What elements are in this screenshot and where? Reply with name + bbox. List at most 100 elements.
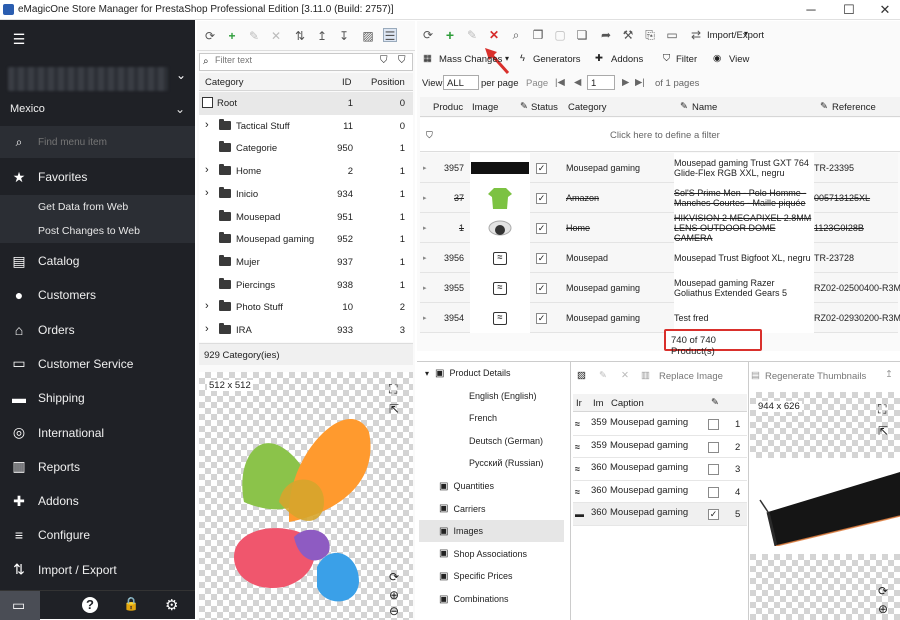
paste-icon[interactable]: ▢ xyxy=(553,28,567,42)
edit-icon[interactable]: ✎ xyxy=(247,29,261,43)
edit-icon[interactable]: ✎ xyxy=(465,28,479,42)
fit-icon[interactable]: ⛶ xyxy=(389,382,397,397)
category-row[interactable]: › IRA 933 3 xyxy=(199,319,413,342)
cover-checkbox[interactable] xyxy=(708,486,719,501)
zoom-out-icon[interactable]: ⊖ xyxy=(389,604,399,618)
minimize-button[interactable]: ─ xyxy=(794,0,828,20)
fav-post-changes[interactable]: Post Changes to Web xyxy=(0,219,195,243)
refresh-icon[interactable]: ⟳ xyxy=(421,28,435,42)
reference-col-header[interactable]: Reference xyxy=(832,102,876,113)
sort-desc-icon[interactable]: ↧ xyxy=(337,29,351,43)
cover-checkbox[interactable] xyxy=(708,419,719,433)
product-row[interactable]: ▸ 3954 ≈ ✓ Mousepad gaming Test fred RZ02-0293… xyxy=(420,303,900,333)
add-icon[interactable]: + xyxy=(225,29,239,43)
open-external-icon[interactable]: ⇱ xyxy=(878,424,888,438)
name-col-header[interactable]: Name xyxy=(692,102,717,113)
image-col-header[interactable]: Image xyxy=(472,102,498,113)
first-page-icon[interactable]: |◀ xyxy=(555,77,565,88)
product-row[interactable]: ▸ 3956 ≈ ✓ Mousepad Mousepad Trust Bigfoot XL… xyxy=(420,243,898,273)
cover-checkbox[interactable] xyxy=(708,441,719,456)
cover-checkbox[interactable] xyxy=(708,464,719,478)
favorites-header[interactable]: ★ Favorites xyxy=(0,162,195,192)
refresh-icon[interactable]: ⟳ xyxy=(203,29,217,43)
expand-chevron-icon[interactable]: › xyxy=(205,323,209,335)
details-nav-item[interactable]: ▾ ▣ Product Details xyxy=(419,362,564,384)
category-row[interactable]: Mousepad 951 1 xyxy=(199,206,413,229)
details-nav-item[interactable]: ▣ Images xyxy=(419,520,564,543)
status-col-header[interactable]: Status xyxy=(531,102,558,113)
category-col-header[interactable]: Category xyxy=(568,102,607,113)
image-col-header[interactable]: Im xyxy=(593,398,604,409)
product-row[interactable]: ▸ 3957 ✓ Mousepad gaming Mousepad gaming Tru… xyxy=(420,153,898,183)
image-row[interactable]: ≈360 Mousepad gaming 4 xyxy=(573,481,747,504)
details-nav-item[interactable]: Русский (Russian) xyxy=(419,452,564,474)
position-col-header[interactable]: Position xyxy=(371,77,405,88)
add-product-icon[interactable]: + xyxy=(443,28,457,42)
next-page-icon[interactable]: ▶ xyxy=(622,77,629,88)
status-checkbox[interactable]: ✓ xyxy=(536,243,547,273)
hamburger-menu-button[interactable]: ☰ xyxy=(0,29,195,49)
category-row[interactable]: › Photo Stuff 10 2 xyxy=(199,296,413,319)
details-nav-item[interactable]: Deutsch (German) xyxy=(419,430,564,452)
category-filter-input[interactable] xyxy=(215,55,375,65)
delete-icon[interactable]: ✕ xyxy=(269,29,283,43)
sidebar-item-reports[interactable]: ▥ Reports xyxy=(0,452,195,482)
sidebar-item-customer-service[interactable]: ▭ Customer Service xyxy=(0,349,195,379)
category-col-header[interactable]: Category xyxy=(205,77,244,88)
filter-list-icon[interactable]: ☰ xyxy=(383,28,397,43)
category-row[interactable]: Categorie 950 1 xyxy=(199,137,413,160)
generators-menu[interactable]: Generators xyxy=(533,54,581,65)
language-selector[interactable]: Mexico ⌄ xyxy=(0,98,195,120)
details-nav-item[interactable]: ▣ Quantities xyxy=(419,475,564,497)
prev-page-icon[interactable]: ◀ xyxy=(574,77,581,88)
filter-menu[interactable]: Filter xyxy=(676,54,697,65)
page-number-input[interactable]: 1 xyxy=(587,75,615,90)
view-menu[interactable]: View xyxy=(729,54,749,65)
status-checkbox[interactable]: ✓ xyxy=(536,183,547,213)
send-icon[interactable]: ➦ xyxy=(599,28,613,42)
sidebar-item-customers[interactable]: ● Customers xyxy=(0,280,195,310)
details-nav-item[interactable]: ▣ Specific Prices xyxy=(419,565,564,587)
export-icon[interactable]: ⎘ xyxy=(643,28,657,42)
status-checkbox[interactable]: ✓ xyxy=(536,273,547,303)
category-filter[interactable]: ⌕ ⛉ ⛉ xyxy=(199,53,413,71)
collapse-icon[interactable]: ▾ xyxy=(425,369,429,378)
details-nav-item[interactable]: ▣ Carriers xyxy=(419,498,564,520)
sidebar-item-shipping[interactable]: ▬ Shipping xyxy=(0,383,195,413)
rotate-icon[interactable]: ⟳ xyxy=(389,570,399,584)
sidebar-item-addons[interactable]: ✚ Addons xyxy=(0,486,195,516)
store-selector-blurred[interactable] xyxy=(8,67,168,91)
sidebar-item-import-export[interactable]: ⇅ Import / Export xyxy=(0,555,195,585)
lock-icon[interactable]: 🔒 xyxy=(123,596,139,612)
expand-chevron-icon[interactable]: › xyxy=(205,300,209,312)
category-row[interactable]: Piercings 938 1 xyxy=(199,274,413,297)
comment-icon[interactable]: ▭ xyxy=(665,28,679,42)
import-export-menu[interactable]: Import/Export xyxy=(707,30,764,41)
menu-search-input[interactable] xyxy=(38,136,178,148)
expand-chevron-icon[interactable]: › xyxy=(205,119,209,131)
view-count-select[interactable]: ALL xyxy=(443,75,479,90)
product-row[interactable]: ▸ 37 ✓ Amazon Sol'S Prime Men - Polo Homme -… xyxy=(420,183,898,213)
addons-menu[interactable]: Addons xyxy=(611,54,643,65)
category-row[interactable]: › Inicio 934 1 xyxy=(199,183,413,206)
sidebar-item-configure[interactable]: ≡ Configure xyxy=(0,520,195,550)
product-row[interactable]: ▸ 1 ✓ Home HIKVISION 2 MEGAPIXEL 2.8MM LENS … xyxy=(420,213,898,243)
replace-image-button[interactable]: Replace Image xyxy=(659,371,723,382)
maximize-button[interactable]: ☐ xyxy=(832,0,866,20)
sort-asc-icon[interactable]: ↥ xyxy=(885,369,893,380)
zoom-in-icon[interactable]: ⊕ xyxy=(389,588,399,602)
image-row[interactable]: ≈360 Mousepad gaming 3 xyxy=(573,458,747,481)
move-icon[interactable]: ⇅ xyxy=(293,29,307,43)
image-id-col-header[interactable]: Ir xyxy=(576,398,582,409)
sidebar-item-orders[interactable]: ⌂ Orders xyxy=(0,315,195,345)
image-row[interactable]: ▬ 360 Mousepad gaming ✓ 5 xyxy=(573,503,747,526)
category-row[interactable]: › Home 2 1 xyxy=(199,160,413,183)
gear-icon[interactable]: ⚙ xyxy=(165,596,178,614)
import-export-icon[interactable]: ⇄ xyxy=(689,28,703,42)
expand-chevron-icon[interactable]: › xyxy=(205,187,209,199)
sidebar-item-catalog[interactable]: ▤ Catalog xyxy=(0,246,195,276)
image-row[interactable]: ≈359 Mousepad gaming 2 xyxy=(573,436,747,459)
mass-changes-menu[interactable]: Mass Changes xyxy=(439,54,502,65)
menu-search[interactable]: ⌕ xyxy=(0,126,195,158)
store-chevron-icon[interactable]: ⌄ xyxy=(176,68,186,82)
